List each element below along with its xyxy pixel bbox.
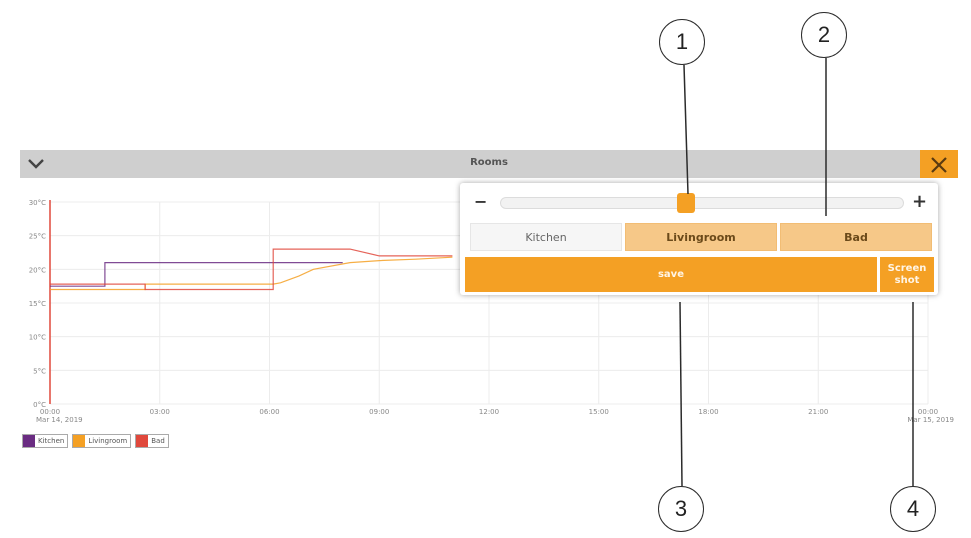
callout-3: 3 <box>658 486 704 532</box>
legend-item-kitchen[interactable]: Kitchen <box>22 434 69 448</box>
legend-swatch-livingroom <box>73 435 86 447</box>
y-tick-label: 15°C <box>29 300 46 308</box>
x-start-date-label: Mar 14, 2019 <box>36 416 83 424</box>
x-end-date-label: Mar 15, 2019 <box>907 416 954 424</box>
x-tick-label: 06:00 <box>259 408 279 416</box>
close-icon <box>931 157 947 173</box>
x-tick-label: 18:00 <box>698 408 718 416</box>
x-tick-label: 03:00 <box>150 408 170 416</box>
callout-1: 1 <box>659 19 705 65</box>
callout-2: 2 <box>801 12 847 58</box>
screenshot-button[interactable]: Screen shot <box>880 257 934 292</box>
x-tick-label: 15:00 <box>589 408 609 416</box>
zoom-slider[interactable] <box>500 193 904 213</box>
x-tick-label: 00:00 <box>40 408 60 416</box>
save-button[interactable]: save <box>465 257 877 292</box>
legend-label: Kitchen <box>38 437 65 445</box>
legend-item-livingroom[interactable]: Livingroom <box>72 434 132 448</box>
zoom-out-button[interactable]: − <box>474 194 487 210</box>
tab-livingroom[interactable]: Livingroom <box>625 223 777 251</box>
chart-legend: Kitchen Livingroom Bad <box>22 434 169 448</box>
zoom-in-button[interactable]: + <box>912 193 927 211</box>
y-tick-label: 10°C <box>29 334 46 342</box>
tab-bad[interactable]: Bad <box>780 223 932 251</box>
room-tabs: Kitchen Livingroom Bad <box>470 223 932 251</box>
legend-swatch-bad <box>136 435 149 447</box>
tab-kitchen[interactable]: Kitchen <box>470 223 622 251</box>
legend-item-bad[interactable]: Bad <box>135 434 169 448</box>
x-tick-label: 21:00 <box>808 408 828 416</box>
panel-header: Rooms <box>20 150 958 178</box>
x-tick-label: 12:00 <box>479 408 499 416</box>
zoom-slider-thumb[interactable] <box>676 193 695 213</box>
x-tick-label: 00:00 <box>918 408 938 416</box>
panel-title: Rooms <box>470 157 508 168</box>
series-line-kitchen <box>50 261 343 287</box>
legend-swatch-kitchen <box>23 435 35 447</box>
y-tick-label: 30°C <box>29 199 46 207</box>
legend-label: Livingroom <box>88 437 128 445</box>
y-tick-label: 5°C <box>33 367 46 375</box>
y-tick-label: 25°C <box>29 233 46 241</box>
controls-popup: − + Kitchen Livingroom Bad save Screen s… <box>460 183 938 295</box>
legend-label: Bad <box>151 437 165 445</box>
close-button[interactable] <box>920 150 958 180</box>
y-tick-label: 20°C <box>29 266 46 274</box>
callout-4: 4 <box>890 486 936 532</box>
x-tick-label: 09:00 <box>369 408 389 416</box>
